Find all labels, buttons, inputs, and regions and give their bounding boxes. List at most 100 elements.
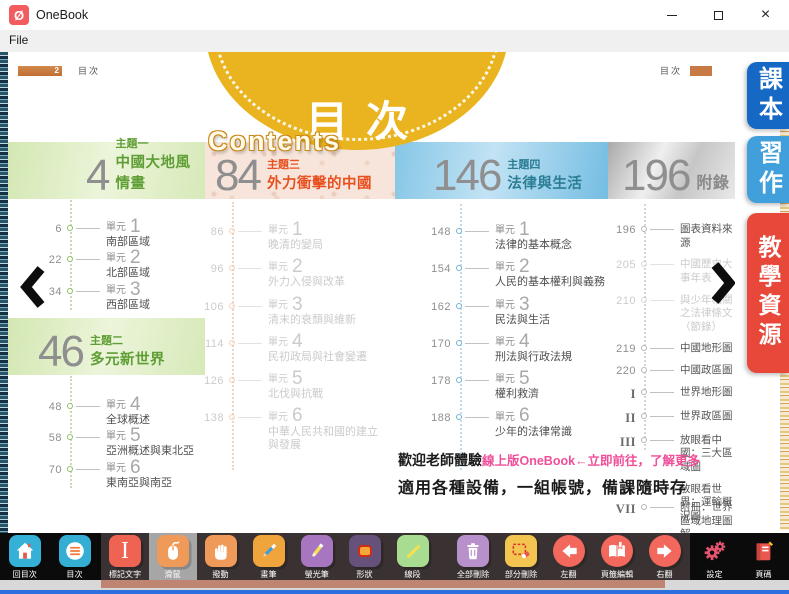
toc-item[interactable]: 6單元1南部區域 xyxy=(28,218,202,249)
toolbar-delete-all[interactable]: 全部刪除 xyxy=(449,533,497,580)
toc-item[interactable]: 48單元4全球概述 xyxy=(28,396,202,427)
toc-unit-line: 單元3 xyxy=(268,296,382,313)
toolbar-shape[interactable]: 形狀 xyxy=(341,533,389,580)
close-icon: × xyxy=(761,7,770,23)
toc-item[interactable]: 188單元6少年的法律常識 xyxy=(417,407,609,438)
page-slider-track[interactable] xyxy=(101,580,665,588)
unit-number: 5 xyxy=(130,427,141,444)
toc-unit: 單元3清末的衰頹與維新 xyxy=(268,296,382,327)
toc-item[interactable]: 70單元6東南亞與南亞 xyxy=(28,459,202,490)
toolbar-toc[interactable]: 目次 xyxy=(50,533,100,580)
toc-item[interactable]: 162單元3民法與生活 xyxy=(417,296,609,327)
toolbar-line[interactable]: 線段 xyxy=(389,533,437,580)
toc-item[interactable]: 114單元4民初政局與社會變遷 xyxy=(190,333,382,364)
page-number-bar xyxy=(690,66,712,76)
unit-title: 人民的基本權利與義務 xyxy=(495,276,609,289)
toolbar-page-left[interactable]: 左翻 xyxy=(545,533,593,580)
theme-title: 多元新世界 xyxy=(90,348,165,369)
toolbar-page-right[interactable]: 右翻 xyxy=(641,533,689,580)
unit-title: 清末的衰頹與維新 xyxy=(268,314,382,327)
toc-item[interactable]: 138單元6中華人民共和國的建立與發展 xyxy=(190,407,382,451)
menu-file[interactable]: File xyxy=(9,33,28,47)
toolbar-label: 形狀 xyxy=(357,568,373,579)
side-tab-textbook[interactable]: 課本 xyxy=(747,62,789,129)
toc-connector xyxy=(76,469,100,470)
unit-number: 4 xyxy=(130,396,141,413)
toc-item[interactable]: 106單元3清末的衰頹與維新 xyxy=(190,296,382,327)
toc-item[interactable]: 34單元3西部區域 xyxy=(28,281,202,312)
toc-connector xyxy=(650,300,674,301)
unit-label: 單元 xyxy=(106,223,126,235)
toc-item[interactable]: II世界政區圖 xyxy=(602,406,735,426)
toc-unit: 單元1南部區域 xyxy=(106,218,202,249)
unit-number: 6 xyxy=(519,407,530,424)
header-section-label: 目次 xyxy=(78,64,100,77)
toolbar-label: 頁碼 xyxy=(755,568,771,579)
unit-number: 1 xyxy=(519,221,530,238)
toc-connector xyxy=(465,380,489,381)
toolbar-mouse[interactable]: 滑鼠 xyxy=(149,533,197,580)
toolbar-home[interactable]: 回目次 xyxy=(0,533,50,580)
toc-item[interactable]: VII附冊：世界區域地理圖解 xyxy=(602,497,735,533)
previous-page-button[interactable] xyxy=(20,264,46,315)
toolbar-pan[interactable]: 撥動 xyxy=(197,533,245,580)
delete-part-icon xyxy=(505,535,537,567)
toc-item[interactable]: 154單元2人民的基本權利與義務 xyxy=(417,258,609,289)
toolbar-pen[interactable]: 畫筆 xyxy=(245,533,293,580)
toc-node-dot xyxy=(67,434,73,440)
toc-unit: 單元5權利救濟 xyxy=(495,370,609,401)
toc-connector xyxy=(465,306,489,307)
toc-item[interactable]: 178單元5權利救濟 xyxy=(417,370,609,401)
toc-item[interactable]: 58單元5亞洲概述與東北亞 xyxy=(28,427,202,458)
toc-item[interactable]: 96單元2外力入侵與改革 xyxy=(190,258,382,289)
toc-item[interactable]: 219中國地形圖 xyxy=(602,338,735,356)
unit-title: 北伐與抗戰 xyxy=(268,388,382,401)
unit-number: 3 xyxy=(130,281,141,298)
toc-page-number: 58 xyxy=(28,427,62,444)
page-right-icon xyxy=(649,535,681,567)
delete-all-icon xyxy=(457,535,489,567)
toolbar-page-number[interactable]: 頁碼 xyxy=(739,533,788,580)
unit-title: 民法與生活 xyxy=(495,314,609,327)
toc-node-dot xyxy=(641,413,647,419)
side-tab-workbook[interactable]: 習作 xyxy=(747,136,789,203)
bottom-toolbar: 回目次目次 I標記文字滑鼠 撥動 畫筆螢光筆形狀 線段全部刪除部分刪除左翻頁籤編輯右翻… xyxy=(0,533,789,580)
menu-bar: File xyxy=(0,30,789,52)
toc-node-dot xyxy=(641,261,647,267)
close-button[interactable]: × xyxy=(742,0,789,30)
promo-link-text[interactable]: 線上版OneBook←立即前往，了解更多 xyxy=(482,454,700,468)
toc-unit: 單元6中華人民共和國的建立與發展 xyxy=(268,407,382,451)
toc-unit: 單元4全球概述 xyxy=(106,396,202,427)
toc-item[interactable]: I世界地形圖 xyxy=(602,382,735,402)
toolbar-mark-text[interactable]: I標記文字 xyxy=(101,533,149,580)
toolbar-label: 撥動 xyxy=(213,568,229,579)
theme-title: 外力衝擊的中國 xyxy=(267,172,372,193)
toolbar-label: 滑鼠 xyxy=(165,568,181,579)
toc-item[interactable]: 126單元5北伐與抗戰 xyxy=(190,370,382,401)
toc-item[interactable]: 170單元4刑法與行政法規 xyxy=(417,333,609,364)
promo-text: 歡迎老師體驗線上版OneBook←立即前往，了解更多 適用各種設備，一組帳號，備… xyxy=(398,450,700,498)
toc-item[interactable]: 220中國政區圖 xyxy=(602,360,735,378)
unit-number: 2 xyxy=(292,258,303,275)
toolbar-highlighter[interactable]: 螢光筆 xyxy=(293,533,341,580)
toc-node-dot xyxy=(229,377,235,383)
theme-title: 法律與生活 xyxy=(507,172,582,193)
toolbar-delete-part[interactable]: 部分刪除 xyxy=(497,533,545,580)
toc-unit: 單元4刑法與行政法規 xyxy=(495,333,609,364)
side-tab-teaching-resources[interactable]: 教學資源 xyxy=(747,213,789,373)
toc-page-number: I xyxy=(602,382,636,402)
maximize-button[interactable] xyxy=(695,0,742,30)
toc-item[interactable]: 148單元1法律的基本概念 xyxy=(417,221,609,252)
minimize-button[interactable] xyxy=(648,0,695,30)
toc-item[interactable]: 86單元1晚清的變局 xyxy=(190,221,382,252)
chevron-left-icon xyxy=(20,264,46,310)
toc-item[interactable]: 22單元2北部區域 xyxy=(28,249,202,280)
toc-item[interactable]: 196圖表資料來源 xyxy=(602,219,735,250)
toc-node-dot xyxy=(67,256,73,262)
toolbar-label: 標記文字 xyxy=(109,568,141,579)
unit-label: 單元 xyxy=(106,432,126,444)
appendix-banner: 196 附錄 xyxy=(608,142,735,199)
toolbar-bookmark-edit[interactable]: 頁籤編輯 xyxy=(593,533,641,580)
toolbar-settings[interactable]: 設定 xyxy=(690,533,739,580)
next-page-button[interactable] xyxy=(710,260,735,311)
